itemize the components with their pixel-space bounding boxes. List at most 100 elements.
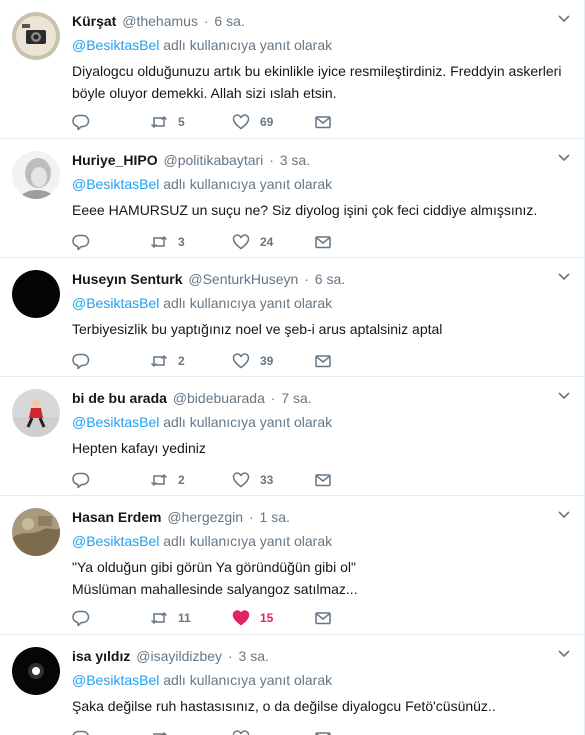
direct-message-button[interactable] [314, 608, 332, 628]
display-name[interactable]: Huriye_HIPO [72, 152, 158, 168]
retweet-icon [150, 354, 168, 368]
message-icon [315, 732, 331, 735]
tweet-text: Eeee HAMURSUZ un suçu ne? Siz diyolog iş… [72, 199, 562, 221]
chevron-down-icon[interactable] [557, 272, 571, 282]
reply-context-text: adlı kullanıcıya yanıt olarak [163, 414, 333, 430]
tweet[interactable]: Huriye_HIPO @politikabaytari · 3 sa. @Be… [0, 139, 584, 258]
username[interactable]: @SenturkHuseyn [188, 271, 298, 287]
retweet-button[interactable]: 3 [150, 232, 185, 252]
reply-button[interactable] [72, 112, 100, 132]
tweet-actions: 5 69 [72, 112, 332, 132]
heart-icon [232, 610, 250, 626]
tweet[interactable]: Kürşat @thehamus · 6 sa. @BesiktasBel ad… [0, 0, 584, 139]
like-count: 24 [260, 235, 274, 249]
tweet[interactable]: Hasan Erdem @hergezgin · 1 sa. @Besiktas… [0, 496, 584, 635]
reply-button[interactable] [72, 232, 100, 252]
mention-link[interactable]: @BesiktasBel [72, 533, 159, 549]
like-count: 69 [260, 115, 274, 129]
tweet-actions: 2 39 [72, 351, 332, 371]
reply-button[interactable] [72, 351, 100, 371]
mention-link[interactable]: @BesiktasBel [72, 37, 159, 53]
retweet-count: 5 [178, 115, 185, 129]
timestamp[interactable]: 3 sa. [280, 152, 310, 168]
tweet-header: bi de bu arada @bidebuarada · 7 sa. [72, 389, 312, 407]
avatar[interactable] [12, 647, 60, 695]
display-name[interactable]: bi de bu arada [72, 390, 167, 406]
reply-icon [72, 730, 89, 735]
avatar[interactable] [12, 151, 60, 199]
separator-dot: · [227, 648, 233, 664]
retweet-icon [150, 473, 168, 487]
like-button[interactable]: 24 [232, 232, 273, 252]
reply-button[interactable] [72, 728, 90, 735]
separator-dot: · [248, 509, 254, 525]
like-count: 15 [260, 611, 274, 625]
chevron-down-icon[interactable] [557, 649, 571, 659]
like-button[interactable]: 33 [232, 470, 273, 490]
username[interactable]: @isayildizbey [136, 648, 222, 664]
timestamp[interactable]: 7 sa. [281, 390, 311, 406]
reply-button[interactable] [72, 470, 100, 490]
mention-link[interactable]: @BesiktasBel [72, 414, 159, 430]
direct-message-button[interactable] [314, 232, 332, 252]
chevron-down-icon[interactable] [557, 14, 571, 24]
direct-message-button[interactable] [314, 351, 332, 371]
mention-link[interactable]: @BesiktasBel [72, 176, 159, 192]
reply-context: @BesiktasBel adlı kullanıcıya yanıt olar… [72, 36, 332, 54]
username[interactable]: @bidebuarada [173, 390, 265, 406]
tweet-text: Hepten kafayı yediniz [72, 437, 562, 459]
username[interactable]: @politikabaytari [163, 152, 263, 168]
reply-context-text: adlı kullanıcıya yanıt olarak [163, 295, 333, 311]
direct-message-button[interactable] [314, 112, 332, 132]
chevron-down-icon[interactable] [557, 153, 571, 163]
avatar[interactable] [12, 12, 60, 60]
chevron-down-icon[interactable] [557, 391, 571, 401]
display-name[interactable]: isa yıldız [72, 648, 130, 664]
chevron-down-icon[interactable] [557, 510, 571, 520]
like-button[interactable]: 39 [232, 351, 273, 371]
reply-context: @BesiktasBel adlı kullanıcıya yanıt olar… [72, 532, 332, 550]
avatar[interactable] [12, 508, 60, 556]
like-button[interactable]: 15 [232, 608, 273, 628]
heart-icon [232, 472, 250, 488]
reply-context: @BesiktasBel adlı kullanıcıya yanıt olar… [72, 413, 332, 431]
timestamp[interactable]: 1 sa. [260, 509, 290, 525]
retweet-button[interactable]: 5 [150, 112, 185, 132]
tweet-actions: 3 24 [72, 232, 332, 252]
direct-message-button[interactable] [314, 470, 332, 490]
retweet-count: 2 [178, 473, 185, 487]
mention-link[interactable]: @BesiktasBel [72, 295, 159, 311]
display-name[interactable]: Huseyın Senturk [72, 271, 182, 287]
tweet-text-line: "Ya olduğun gibi görün Ya göründüğün gib… [72, 559, 356, 575]
tweet-header: Huseyın Senturk @SenturkHuseyn · 6 sa. [72, 270, 345, 288]
like-button[interactable]: 69 [232, 112, 273, 132]
display-name[interactable]: Kürşat [72, 13, 116, 29]
tweet-replies-feed: Kürşat @thehamus · 6 sa. @BesiktasBel ad… [0, 0, 585, 735]
username[interactable]: @thehamus [122, 13, 198, 29]
tweet[interactable]: isa yıldız @isayildizbey · 3 sa. @Besikt… [0, 635, 584, 735]
avatar[interactable] [12, 270, 60, 318]
tweet[interactable]: bi de bu arada @bidebuarada · 7 sa. @Bes… [0, 377, 584, 496]
retweet-button[interactable]: 11 [150, 608, 191, 628]
message-icon [315, 612, 331, 625]
timestamp[interactable]: 6 sa. [315, 271, 345, 287]
reply-button[interactable] [72, 608, 100, 628]
like-button[interactable] [232, 728, 250, 735]
display-name[interactable]: Hasan Erdem [72, 509, 161, 525]
tweet-header: isa yıldız @isayildizbey · 3 sa. [72, 647, 269, 665]
retweet-button[interactable]: 2 [150, 470, 185, 490]
reply-icon [72, 610, 90, 627]
mention-link[interactable]: @BesiktasBel [72, 672, 159, 688]
retweet-button[interactable]: 2 [150, 351, 185, 371]
direct-message-button[interactable] [314, 728, 332, 735]
timestamp[interactable]: 6 sa. [214, 13, 244, 29]
tweet-text-line: böyle oluyor demekki. Allah sizi ıslah e… [72, 85, 337, 101]
username[interactable]: @hergezgin [167, 509, 243, 525]
heart-icon [232, 114, 250, 130]
timestamp[interactable]: 3 sa. [239, 648, 269, 664]
tweet-text-line: Şaka değilse ruh hastasısınız, o da deği… [72, 698, 496, 714]
avatar[interactable] [12, 389, 60, 437]
retweet-button[interactable] [150, 728, 168, 735]
tweet[interactable]: Huseyın Senturk @SenturkHuseyn · 6 sa. @… [0, 258, 584, 377]
reply-context-text: adlı kullanıcıya yanıt olarak [163, 672, 333, 688]
